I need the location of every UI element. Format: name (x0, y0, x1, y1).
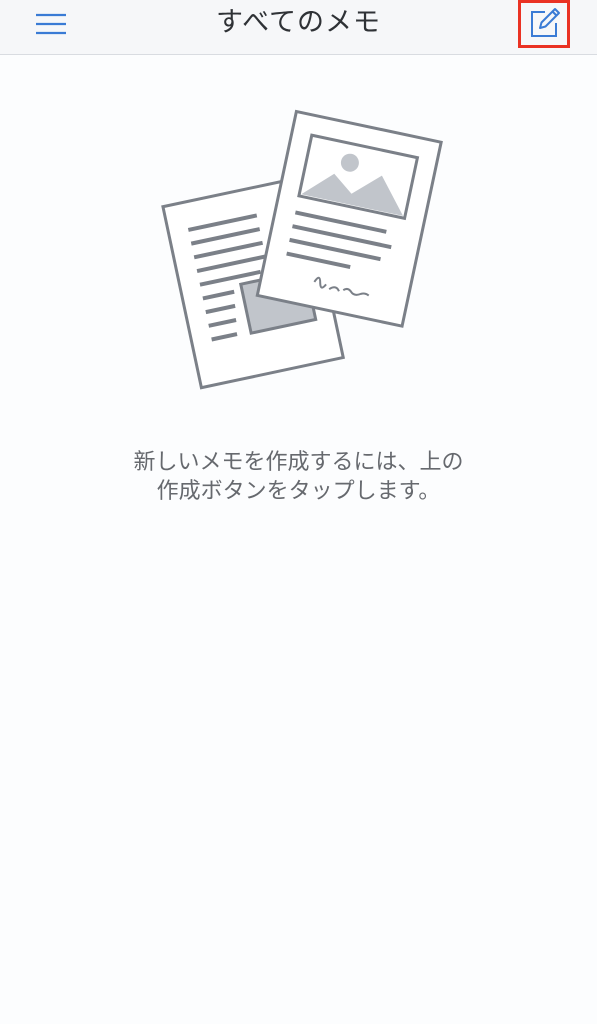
notes-screen: すべてのメモ 新しいメモを作成するには、上の 作成ボタンをタップします。 (0, 0, 597, 1024)
empty-state-message: 新しいメモを作成するには、上の 作成ボタンをタップします。 (0, 448, 597, 506)
compose-edit-icon (531, 8, 560, 37)
page-title: すべてのメモ (215, 7, 382, 38)
compose-button[interactable] (518, 0, 570, 48)
empty-state-line-1: 新しいメモを作成するには、上の (133, 450, 464, 475)
empty-state-line-2: 作成ボタンをタップします。 (156, 479, 441, 504)
documents-illustration (161, 109, 443, 390)
navigation-bar: すべてのメモ (0, 0, 597, 55)
